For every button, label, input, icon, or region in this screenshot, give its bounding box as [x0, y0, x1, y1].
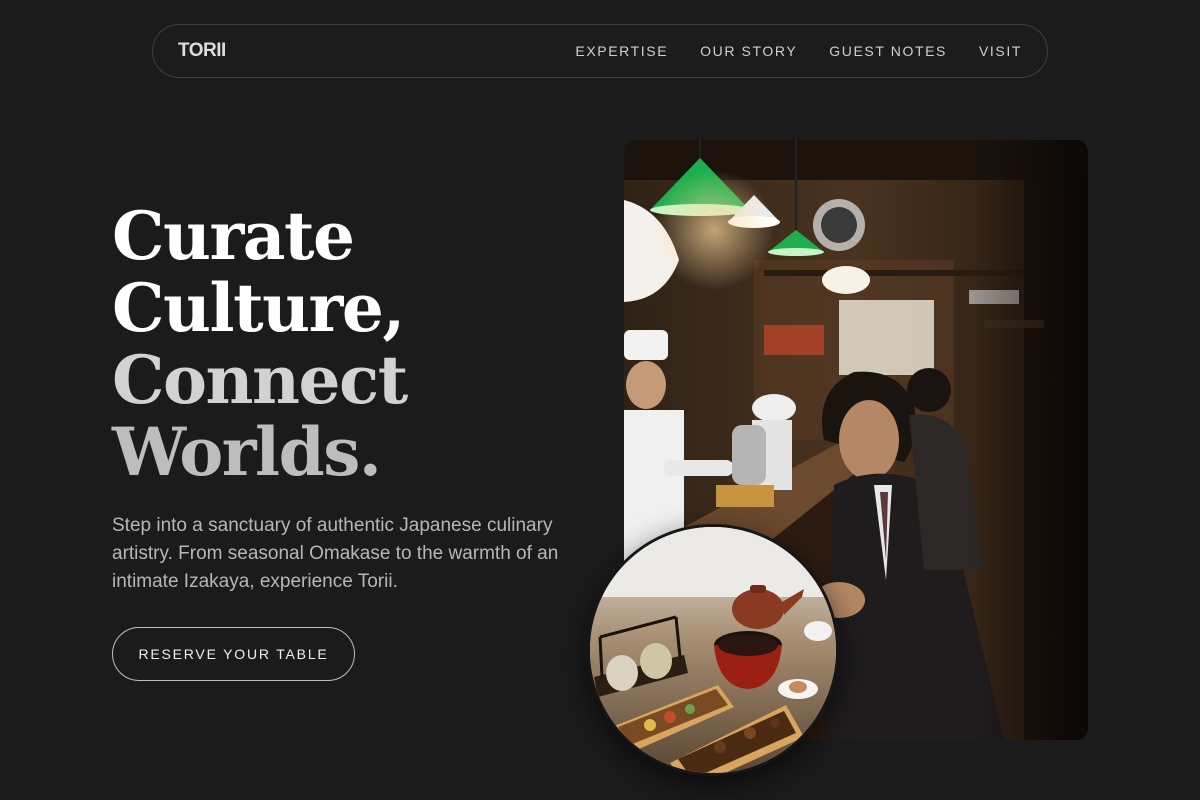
headline-line-4: Worlds.: [112, 413, 382, 491]
nav-link-our-story[interactable]: OUR STORY: [700, 43, 797, 59]
nav-link-visit[interactable]: VISIT: [979, 43, 1022, 59]
nav-links: EXPERTISE OUR STORY GUEST NOTES VISIT: [575, 43, 1022, 59]
headline-line-2: Culture,: [112, 269, 405, 347]
top-navbar: TORII EXPERTISE OUR STORY GUEST NOTES VI…: [152, 24, 1048, 78]
nav-link-expertise[interactable]: EXPERTISE: [575, 43, 668, 59]
page: TORII EXPERTISE OUR STORY GUEST NOTES VI…: [0, 0, 1200, 800]
hero-description: Step into a sanctuary of authentic Japan…: [112, 515, 559, 592]
nav-link-guest-notes[interactable]: GUEST NOTES: [829, 43, 947, 59]
reserve-table-button[interactable]: RESERVE YOUR TABLE: [112, 627, 355, 681]
hero-headline: Curate Culture, Connect Worlds.: [112, 200, 572, 488]
brand-logo[interactable]: TORII: [178, 40, 226, 62]
bento-tea-set-photo: [587, 524, 839, 776]
headline-line-1: Curate: [112, 197, 355, 275]
headline-line-3: Connect: [112, 341, 408, 419]
